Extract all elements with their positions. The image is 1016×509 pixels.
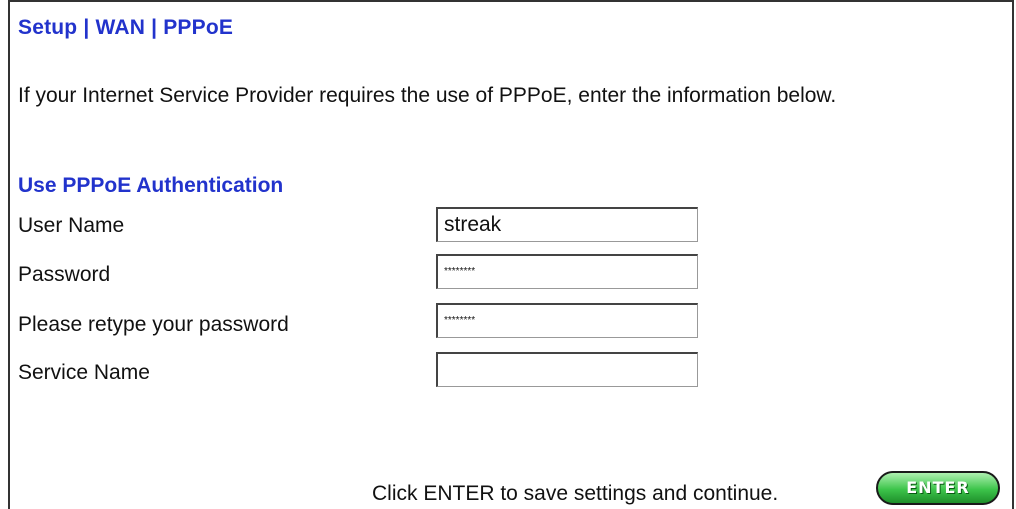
- breadcrumb: Setup | WAN | PPPoE: [18, 16, 234, 39]
- enter-button[interactable]: ENTER: [876, 471, 1000, 505]
- retype-password-field[interactable]: [436, 303, 698, 338]
- user-name-field[interactable]: [436, 207, 698, 242]
- section-title: Use PPPoE Authentication: [18, 174, 284, 197]
- save-instruction-text: Click ENTER to save settings and continu…: [372, 482, 779, 505]
- password-label: Password: [18, 263, 111, 286]
- intro-text: If your Internet Service Provider requir…: [18, 84, 837, 107]
- retype-password-label: Please retype your password: [18, 313, 289, 336]
- user-name-label: User Name: [18, 214, 125, 237]
- service-name-label: Service Name: [18, 361, 150, 384]
- service-name-field[interactable]: [436, 352, 698, 387]
- password-field[interactable]: [436, 254, 698, 289]
